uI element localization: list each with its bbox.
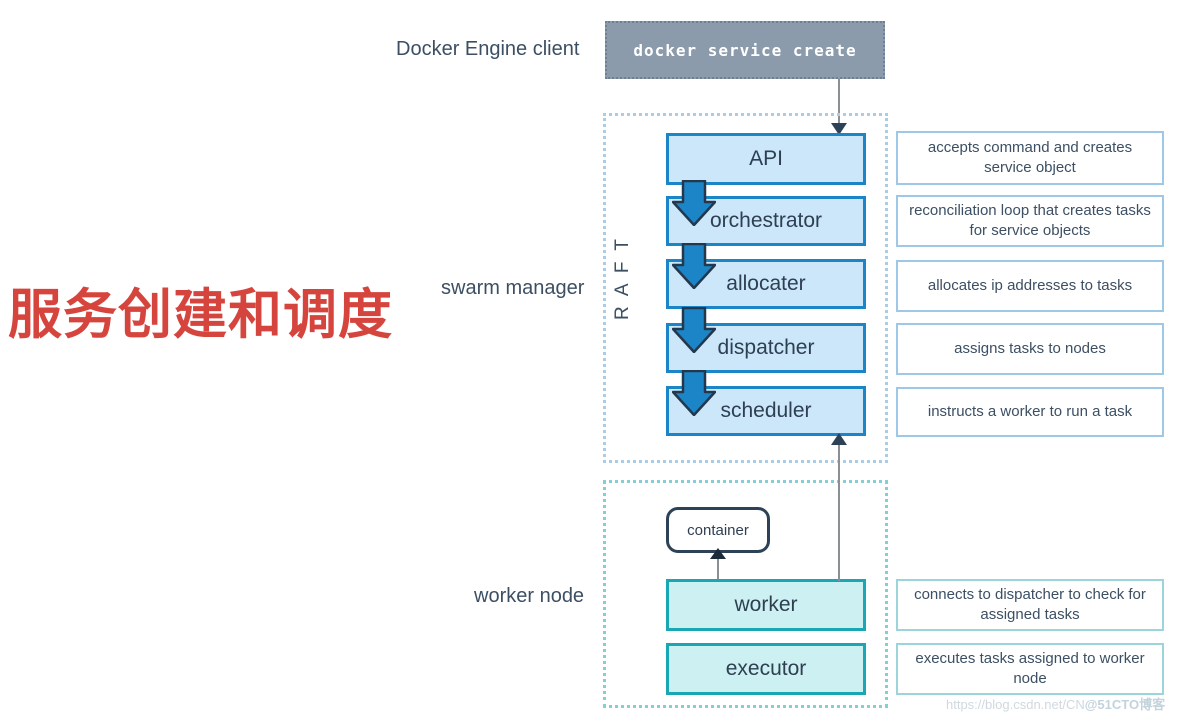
page-title: 服务创建和调度: [8, 285, 393, 345]
note-scheduler: instructs a worker to run a task: [896, 387, 1164, 437]
component-worker: worker: [666, 579, 866, 631]
watermark-brand: @51CTO博客: [1084, 697, 1166, 712]
watermark: https://blog.csdn.net/CN@51CTO博客: [946, 694, 1165, 713]
flow-arrow-api-to-orchestrator: [672, 180, 716, 226]
note-orchestrator: reconciliation loop that creates tasks f…: [896, 195, 1164, 247]
arrowhead-worker-to-container: [710, 548, 726, 559]
flow-arrow-orchestrator-to-allocater: [672, 243, 716, 289]
arrowhead-worker-to-scheduler: [831, 433, 847, 445]
note-api: accepts command and creates service obje…: [896, 131, 1164, 185]
swarm-manager-label: swarm manager: [441, 277, 585, 299]
component-executor: executor: [666, 643, 866, 695]
flow-arrow-dispatcher-to-scheduler: [672, 370, 716, 416]
note-allocater: allocates ip addresses to tasks: [896, 260, 1164, 312]
worker-node-label: worker node: [474, 585, 585, 607]
component-container: container: [666, 507, 770, 553]
diagram-canvas: 服务创建和调度 Docker Engine client docker serv…: [0, 0, 1184, 716]
flow-arrow-allocater-to-dispatcher: [672, 307, 716, 353]
raft-label: R A F T: [612, 236, 633, 321]
note-dispatcher: assigns tasks to nodes: [896, 323, 1164, 375]
component-api: API: [666, 133, 866, 185]
docker-command-text: docker service create: [633, 40, 857, 60]
docker-command-box: docker service create: [605, 21, 885, 79]
note-worker: connects to dispatcher to check for assi…: [896, 579, 1164, 631]
note-executor: executes tasks assigned to worker node: [896, 643, 1164, 695]
docker-client-label: Docker Engine client: [396, 38, 580, 60]
watermark-url: https://blog.csdn.net/CN: [946, 697, 1085, 712]
connector-worker-to-scheduler: [838, 444, 840, 581]
